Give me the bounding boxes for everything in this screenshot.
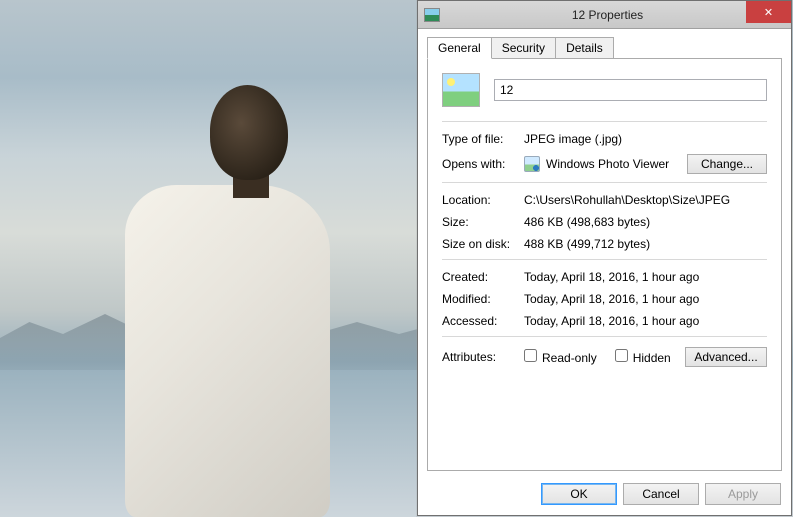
separator xyxy=(442,336,767,337)
value-modified: Today, April 18, 2016, 1 hour ago xyxy=(524,292,767,306)
properties-dialog: 12 Properties ✕ General Security Details… xyxy=(417,0,792,516)
background-figure xyxy=(95,85,335,517)
value-type-of-file: JPEG image (.jpg) xyxy=(524,132,767,146)
value-size-on-disk: 488 KB (499,712 bytes) xyxy=(524,237,767,251)
cancel-button[interactable]: Cancel xyxy=(623,483,699,505)
value-opens-with: Windows Photo Viewer xyxy=(546,157,669,171)
attr-readonly-wrapper: Read-only xyxy=(524,349,597,365)
filename-input[interactable] xyxy=(494,79,767,101)
label-hidden: Hidden xyxy=(633,351,671,365)
checkbox-read-only[interactable] xyxy=(524,349,537,362)
value-accessed: Today, April 18, 2016, 1 hour ago xyxy=(524,314,767,328)
window-title: 12 Properties xyxy=(424,8,791,22)
label-created: Created: xyxy=(442,270,524,284)
photo-viewer-icon xyxy=(524,156,540,172)
titlebar: 12 Properties ✕ xyxy=(418,1,791,29)
ok-button[interactable]: OK xyxy=(541,483,617,505)
label-type-of-file: Type of file: xyxy=(442,132,524,146)
close-button[interactable]: ✕ xyxy=(746,1,791,23)
tab-details[interactable]: Details xyxy=(555,37,614,58)
change-button[interactable]: Change... xyxy=(687,154,767,174)
value-size: 486 KB (498,683 bytes) xyxy=(524,215,767,229)
tab-panel-general: Type of file: JPEG image (.jpg) Opens wi… xyxy=(427,59,782,471)
label-opens-with: Opens with: xyxy=(442,157,524,171)
checkbox-hidden[interactable] xyxy=(615,349,628,362)
label-size: Size: xyxy=(442,215,524,229)
tab-strip: General Security Details xyxy=(427,37,782,59)
separator xyxy=(442,259,767,260)
close-icon: ✕ xyxy=(764,6,773,19)
dialog-footer: OK Cancel Apply xyxy=(418,477,791,515)
label-size-on-disk: Size on disk: xyxy=(442,237,524,251)
label-location: Location: xyxy=(442,193,524,207)
value-location: C:\Users\Rohullah\Desktop\Size\JPEG xyxy=(524,193,767,207)
label-attributes: Attributes: xyxy=(442,350,524,364)
separator xyxy=(442,182,767,183)
tab-general[interactable]: General xyxy=(427,37,492,59)
file-type-icon xyxy=(442,73,480,107)
label-modified: Modified: xyxy=(442,292,524,306)
value-created: Today, April 18, 2016, 1 hour ago xyxy=(524,270,767,284)
attr-hidden-wrapper: Hidden xyxy=(615,349,671,365)
background-mountains xyxy=(0,290,420,370)
label-accessed: Accessed: xyxy=(442,314,524,328)
tab-security[interactable]: Security xyxy=(491,37,556,58)
advanced-button[interactable]: Advanced... xyxy=(685,347,767,367)
separator xyxy=(442,121,767,122)
label-read-only: Read-only xyxy=(542,351,597,365)
apply-button[interactable]: Apply xyxy=(705,483,781,505)
